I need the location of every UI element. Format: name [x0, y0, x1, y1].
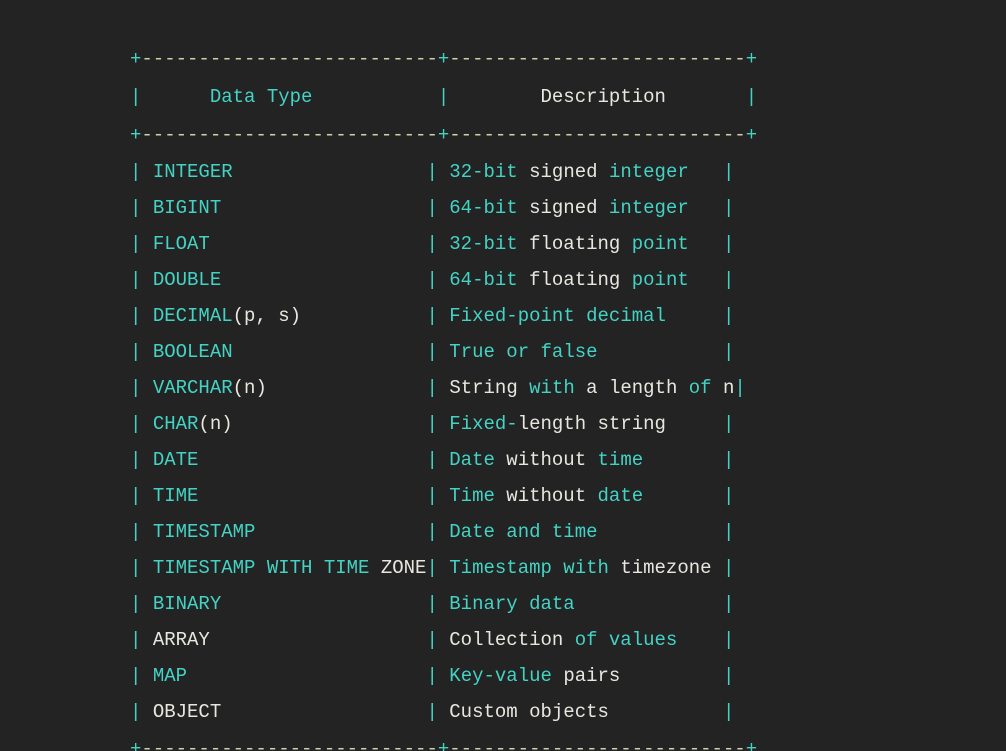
table-row: | FLOAT | 32-bit floating point | [130, 226, 1006, 262]
cell-datatype: FLOAT [153, 233, 210, 255]
table-row: | INTEGER | 32-bit signed integer | [130, 154, 1006, 190]
cell-datatype: MAP [153, 665, 187, 687]
table-row: | BIGINT | 64-bit signed integer | [130, 190, 1006, 226]
header-col-description: Description [541, 86, 666, 108]
cell-datatype: BOOLEAN [153, 341, 233, 363]
cell-datatype: TIME [153, 485, 199, 507]
cell-datatype: TIMESTAMP WITH TIME ZONE [153, 557, 427, 579]
table-border: +--------------------------+------------… [130, 40, 1006, 78]
cell-datatype: BINARY [153, 593, 221, 615]
table-header: | Data Type | Description | [130, 78, 1006, 116]
cell-description: Binary data [449, 593, 574, 615]
table-row: | BINARY | Binary data | [130, 586, 1006, 622]
table-row: | ARRAY | Collection of values | [130, 622, 1006, 658]
cell-description: Fixed-length string [449, 413, 666, 435]
table-row: | DECIMAL(p, s) | Fixed-point decimal | [130, 298, 1006, 334]
cell-datatype: CHAR(n) [153, 413, 233, 435]
table-row: | OBJECT | Custom objects | [130, 694, 1006, 730]
table-row: | DATE | Date without time | [130, 442, 1006, 478]
cell-description: 64-bit floating point [449, 269, 688, 291]
ascii-table: +--------------------------+------------… [0, 0, 1006, 751]
cell-datatype: BIGINT [153, 197, 221, 219]
table-row: | TIMESTAMP | Date and time | [130, 514, 1006, 550]
cell-description: Date and time [449, 521, 597, 543]
cell-description: Key-value pairs [449, 665, 620, 687]
table-row: | BOOLEAN | True or false | [130, 334, 1006, 370]
cell-description: Time without date [449, 485, 643, 507]
table-row: | TIMESTAMP WITH TIME ZONE| Timestamp wi… [130, 550, 1006, 586]
cell-datatype: TIMESTAMP [153, 521, 256, 543]
cell-description: Fixed-point decimal [449, 305, 666, 327]
cell-datatype: DOUBLE [153, 269, 221, 291]
cell-description: 32-bit floating point [449, 233, 688, 255]
cell-description: True or false [449, 341, 597, 363]
table-row: | VARCHAR(n) | String with a length of n… [130, 370, 1006, 406]
table-row: | TIME | Time without date | [130, 478, 1006, 514]
cell-description: Collection of values [449, 629, 677, 651]
cell-description: Custom objects [449, 701, 609, 723]
cell-datatype: DATE [153, 449, 199, 471]
cell-description: String with a length of n [449, 377, 734, 399]
cell-description: Timestamp with timezone [449, 557, 711, 579]
header-col-datatype: Data Type [210, 86, 313, 108]
table-row: | MAP | Key-value pairs | [130, 658, 1006, 694]
cell-datatype: DECIMAL(p, s) [153, 305, 301, 327]
cell-description: 32-bit signed integer [449, 161, 688, 183]
cell-datatype: INTEGER [153, 161, 233, 183]
cell-datatype: OBJECT [153, 701, 221, 723]
cell-description: Date without time [449, 449, 643, 471]
table-row: | CHAR(n) | Fixed-length string | [130, 406, 1006, 442]
cell-datatype: VARCHAR(n) [153, 377, 267, 399]
cell-datatype: ARRAY [153, 629, 210, 651]
table-row: | DOUBLE | 64-bit floating point | [130, 262, 1006, 298]
cell-description: 64-bit signed integer [449, 197, 688, 219]
table-border: +--------------------------+------------… [130, 730, 1006, 751]
table-border: +--------------------------+------------… [130, 116, 1006, 154]
